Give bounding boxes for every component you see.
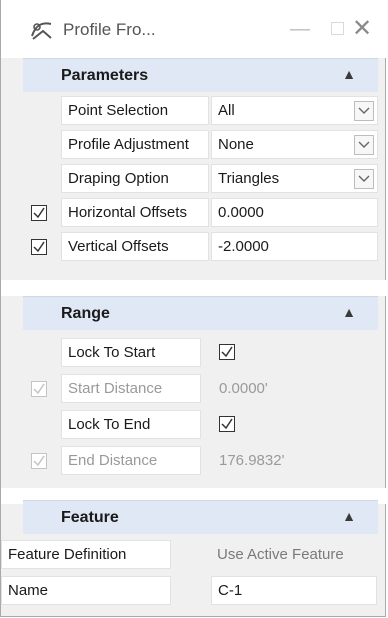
draping-option-value: Triangles	[218, 170, 280, 187]
start-distance-label: Start Distance	[61, 374, 201, 403]
horizontal-offsets-input[interactable]: 0.0000	[211, 198, 378, 227]
point-selection-row: Point Selection All	[23, 94, 378, 128]
collapse-chevron-icon[interactable]: ▲	[342, 508, 356, 524]
profile-from-surface-window: Profile Fro... — ✕ Parameters ▲ Point Se…	[0, 0, 387, 617]
close-button[interactable]: ✕	[339, 14, 385, 44]
lock-to-start-checkbox[interactable]	[219, 344, 235, 360]
chevron-down-icon[interactable]	[354, 101, 374, 121]
name-input[interactable]: C-1	[211, 576, 377, 605]
collapse-chevron-icon[interactable]: ▲	[342, 66, 356, 82]
parameters-section-header[interactable]: Parameters ▲	[23, 58, 378, 92]
draping-option-label: Draping Option	[61, 164, 209, 193]
start-distance-value: 0.0000'	[219, 380, 268, 397]
end-distance-label: End Distance	[61, 446, 201, 475]
feature-definition-value[interactable]: Use Active Feature	[217, 546, 344, 563]
profile-adjustment-label: Profile Adjustment	[61, 130, 209, 159]
range-header-label: Range	[61, 305, 110, 322]
draping-option-row: Draping Option Triangles	[23, 162, 378, 196]
vertical-offsets-label: Vertical Offsets	[61, 232, 209, 261]
start-distance-checkbox	[31, 381, 47, 397]
profile-adjustment-value: None	[218, 136, 254, 153]
end-distance-checkbox	[31, 453, 47, 469]
collapse-chevron-icon[interactable]: ▲	[342, 304, 356, 320]
start-distance-row: Start Distance 0.0000'	[23, 372, 378, 406]
point-selection-value: All	[218, 102, 235, 119]
section-separator	[1, 280, 387, 296]
chevron-down-icon[interactable]	[354, 169, 374, 189]
horizontal-offsets-row: Horizontal Offsets 0.0000	[23, 196, 378, 230]
end-distance-value: 176.9832'	[219, 452, 285, 469]
profile-tool-icon	[29, 18, 55, 42]
lock-to-start-label: Lock To Start	[61, 338, 201, 367]
vertical-offsets-input[interactable]: -2.0000	[211, 232, 378, 261]
vertical-offsets-row: Vertical Offsets -2.0000	[23, 230, 378, 264]
lock-to-end-label: Lock To End	[61, 410, 201, 439]
feature-definition-label: Feature Definition	[1, 540, 171, 569]
draping-option-dropdown[interactable]: Triangles	[211, 164, 378, 193]
title-bar: Profile Fro... — ✕	[1, 0, 387, 58]
feature-section-header[interactable]: Feature ▲	[23, 500, 378, 534]
profile-adjustment-row: Profile Adjustment None	[23, 128, 378, 162]
window-title: Profile Fro...	[63, 20, 156, 39]
point-selection-label: Point Selection	[61, 96, 209, 125]
name-label: Name	[1, 576, 171, 605]
name-row: Name C-1	[1, 574, 387, 608]
lock-to-end-checkbox[interactable]	[219, 416, 235, 432]
vertical-offsets-checkbox[interactable]	[31, 239, 47, 255]
profile-adjustment-dropdown[interactable]: None	[211, 130, 378, 159]
feature-definition-row: Feature Definition Use Active Feature	[1, 538, 387, 572]
lock-to-end-row: Lock To End	[23, 408, 378, 442]
horizontal-offsets-checkbox[interactable]	[31, 205, 47, 221]
chevron-down-icon[interactable]	[354, 135, 374, 155]
parameters-header-label: Parameters	[61, 67, 149, 84]
horizontal-offsets-label: Horizontal Offsets	[61, 198, 209, 227]
range-section-header[interactable]: Range ▲	[23, 296, 378, 330]
feature-header-label: Feature	[61, 509, 119, 526]
end-distance-row: End Distance 176.9832'	[23, 444, 378, 478]
point-selection-dropdown[interactable]: All	[211, 96, 378, 125]
lock-to-start-row: Lock To Start	[23, 336, 378, 370]
